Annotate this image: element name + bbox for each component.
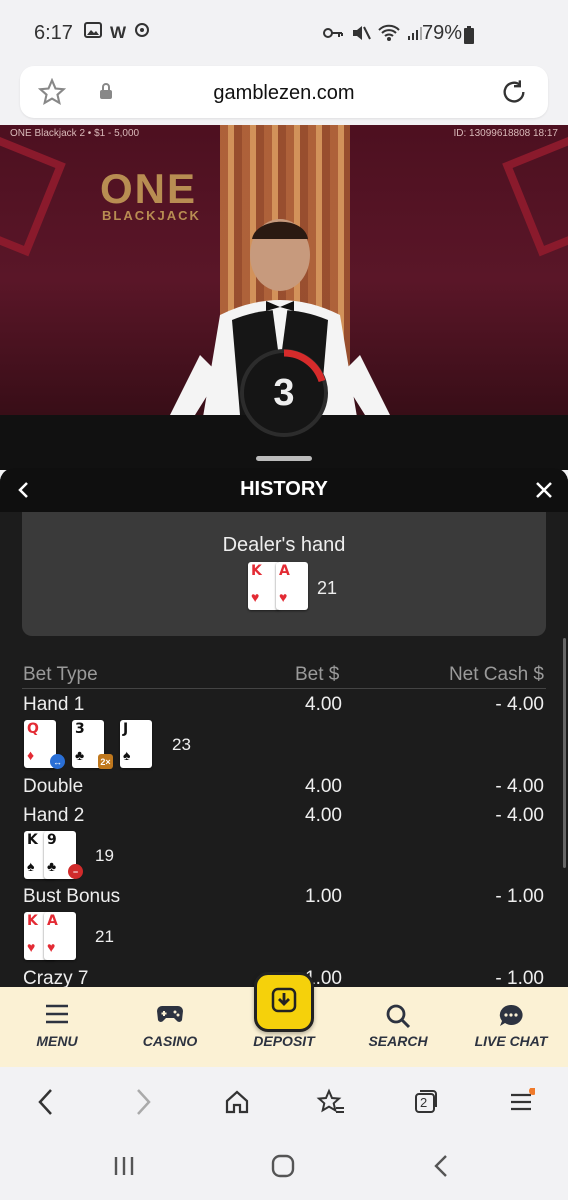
header-divider <box>22 688 546 689</box>
signal-icon <box>407 25 423 46</box>
row-net-bust-bonus: - 1.00 <box>495 886 544 907</box>
col-bet-type: Bet Type <box>23 664 98 685</box>
row-label-hand2: Hand 2 <box>23 805 85 826</box>
row-net-hand1: - 4.00 <box>495 694 544 715</box>
nav-menu[interactable]: MENU <box>0 987 114 1067</box>
nav-search-label: SEARCH <box>368 1033 428 1049</box>
history-title: HISTORY <box>240 478 328 500</box>
bookmarks-icon[interactable] <box>316 1087 346 1117</box>
close-icon[interactable] <box>532 478 556 502</box>
reload-icon[interactable] <box>500 78 528 111</box>
clock: 6:17 <box>34 22 73 44</box>
chat-bubble-icon <box>454 1003 568 1029</box>
browser-menu-icon[interactable] <box>506 1087 536 1117</box>
tabs-icon[interactable]: 2 <box>410 1087 440 1117</box>
nav-casino[interactable]: CASINO <box>113 987 227 1067</box>
row-bet-double: 4.00 <box>305 776 342 797</box>
url-text[interactable]: gamblezen.com <box>20 82 548 105</box>
dealer-total: 21 <box>317 578 338 598</box>
nav-casino-label: CASINO <box>142 1033 198 1049</box>
nav-deposit-label: DEPOSIT <box>253 1033 315 1049</box>
row-label-crazy7: Crazy 7 <box>23 968 89 988</box>
double-badge: 2× <box>98 754 113 769</box>
status-bar: 6:17 W 79% <box>0 0 568 66</box>
bust-total: 21 <box>95 927 114 946</box>
drag-handle[interactable] <box>256 456 312 461</box>
row-bet-hand2: 4.00 <box>305 805 342 826</box>
history-panel: HISTORY Dealer's hand K ♥ A ♥ 21 Bet Type … <box>0 468 568 988</box>
round-id: ID: 13099618808 18:17 <box>453 128 558 139</box>
stand-badge: − <box>68 864 83 879</box>
table-info: ONE Blackjack 2 • $1 - 5,000 <box>10 128 140 139</box>
settings-icon <box>134 22 150 43</box>
nav-search[interactable]: SEARCH <box>341 987 455 1067</box>
hand1-total: 23 <box>172 735 191 754</box>
row-net-double: - 4.00 <box>495 776 544 797</box>
row-label-double: Double <box>23 776 84 797</box>
address-bar[interactable]: gamblezen.com <box>20 66 548 118</box>
gamepad-icon <box>113 1003 227 1025</box>
deposit-button[interactable] <box>254 972 314 1032</box>
history-header: HISTORY <box>0 468 568 512</box>
dealer-hand-box: Dealer's hand K ♥ A ♥ 21 <box>22 512 546 636</box>
nav-live-chat-label: LIVE CHAT <box>474 1033 548 1049</box>
decor-panel-left <box>0 133 66 257</box>
dealer-hand-label: Dealer's hand <box>222 534 346 556</box>
mute-icon <box>351 24 371 47</box>
tabs-count: 2 <box>420 1095 428 1110</box>
nav-menu-label: MENU <box>36 1033 78 1049</box>
home-icon[interactable] <box>222 1087 252 1117</box>
home-button-icon[interactable] <box>271 1154 295 1183</box>
live-video-stream: ONE Blackjack 2 • $1 - 5,000 ID: 1309961… <box>0 125 568 470</box>
split-badge: ↔ <box>50 754 65 769</box>
system-back-icon[interactable] <box>432 1154 452 1183</box>
decor-panel-right <box>502 133 568 257</box>
download-icon <box>270 986 298 1019</box>
row-label-bust-bonus: Bust Bonus <box>23 886 121 907</box>
row-bet-bust-bonus: 1.00 <box>305 886 342 907</box>
image-icon <box>84 22 102 43</box>
nav-live-chat[interactable]: LIVE CHAT <box>454 987 568 1067</box>
row-bet-hand1: 4.00 <box>305 694 342 715</box>
hamburger-icon <box>0 1003 114 1025</box>
browser-back-icon[interactable] <box>31 1087 61 1117</box>
browser-forward-icon[interactable] <box>128 1087 158 1117</box>
battery-icon <box>464 26 474 49</box>
scrollbar[interactable] <box>563 638 566 868</box>
recent-apps-icon[interactable] <box>112 1155 136 1182</box>
browser-toolbar: 2 <box>0 1067 568 1135</box>
w-icon: W <box>110 22 127 42</box>
row-net-hand2: - 4.00 <box>495 805 544 826</box>
card-dealer-2: A ♥ <box>276 562 308 610</box>
search-icon <box>341 1003 455 1029</box>
wifi-icon <box>378 24 400 47</box>
row-net-crazy7: - 1.00 <box>495 968 544 988</box>
key-icon <box>322 26 344 45</box>
col-net-cash: Net Cash $ <box>448 664 544 685</box>
countdown-timer: 3 <box>240 349 328 437</box>
row-label-hand1: Hand 1 <box>23 694 85 715</box>
card-hand1-3: J ♠ <box>120 720 152 768</box>
battery-percent: 79% <box>422 22 463 44</box>
hand2-total: 19 <box>95 846 114 865</box>
col-bet: Bet $ <box>295 664 340 685</box>
system-nav-bar <box>0 1135 568 1200</box>
card-bust-2: A ♥ <box>44 912 76 960</box>
